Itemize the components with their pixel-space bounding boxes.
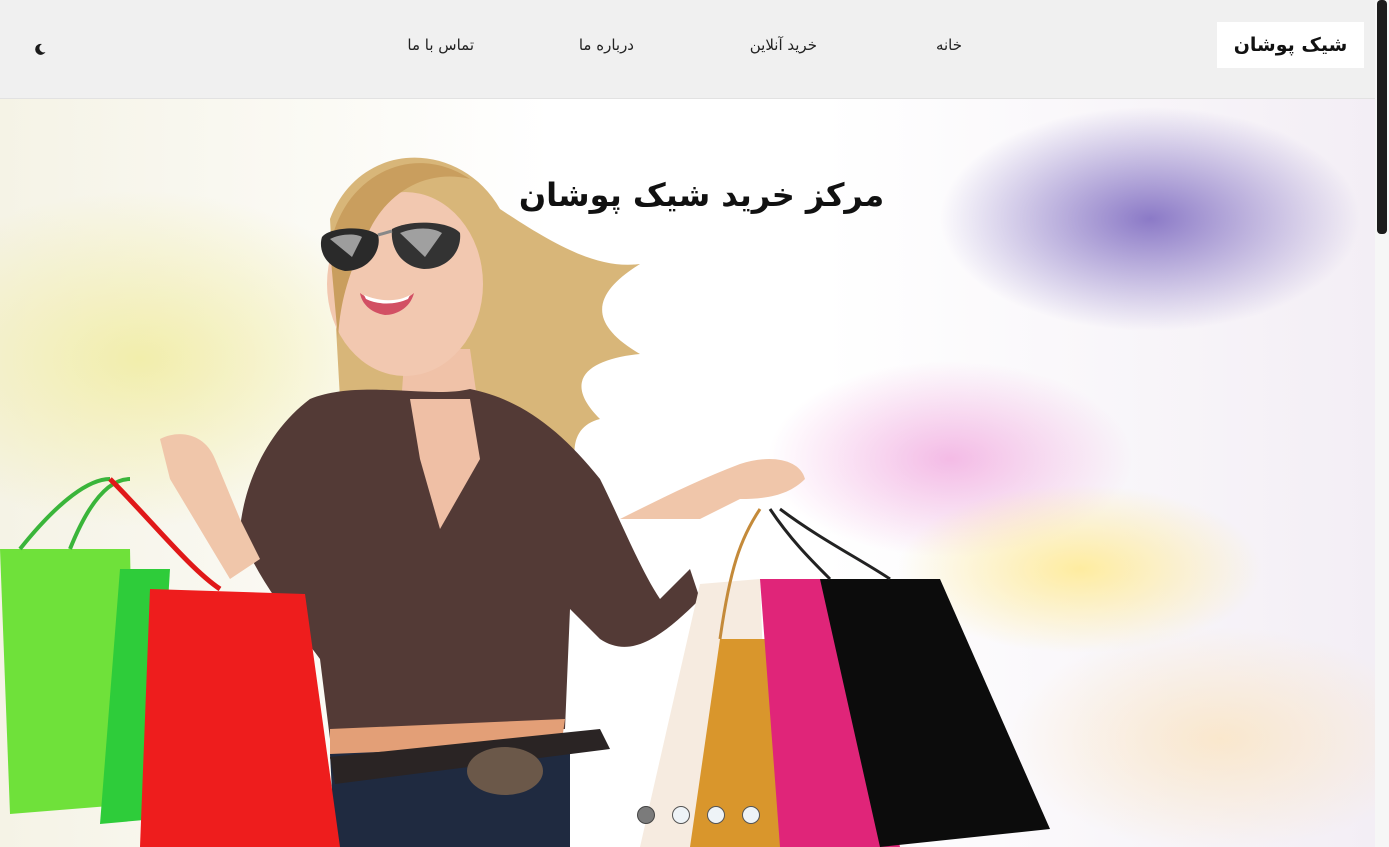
nav-links: خانه خرید آنلاین درباره ما تماس با ما [0,36,1375,60]
hero-banner: مرکز خرید شیک پوشان [0,99,1375,847]
moon-icon[interactable] [32,41,48,57]
nav-link-home[interactable]: خانه [936,36,962,54]
carousel-dot-2[interactable] [672,806,690,824]
page: شیک پوشان خانه خرید آنلاین درباره ما تما… [0,0,1389,847]
hero-title: مرکز خرید شیک پوشان [518,176,885,215]
nav-link-about[interactable]: درباره ما [579,36,634,54]
scrollbar-thumb[interactable] [1377,0,1387,234]
page-scrollbar[interactable] [1375,0,1389,847]
carousel-dot-1[interactable] [637,806,655,824]
carousel-dot-3[interactable] [707,806,725,824]
navbar: شیک پوشان خانه خرید آنلاین درباره ما تما… [0,0,1375,99]
nav-link-online-shop[interactable]: خرید آنلاین [750,36,817,54]
carousel-indicators [637,806,767,826]
nav-link-contact[interactable]: تماس با ما [407,36,474,54]
carousel-dot-4[interactable] [742,806,760,824]
